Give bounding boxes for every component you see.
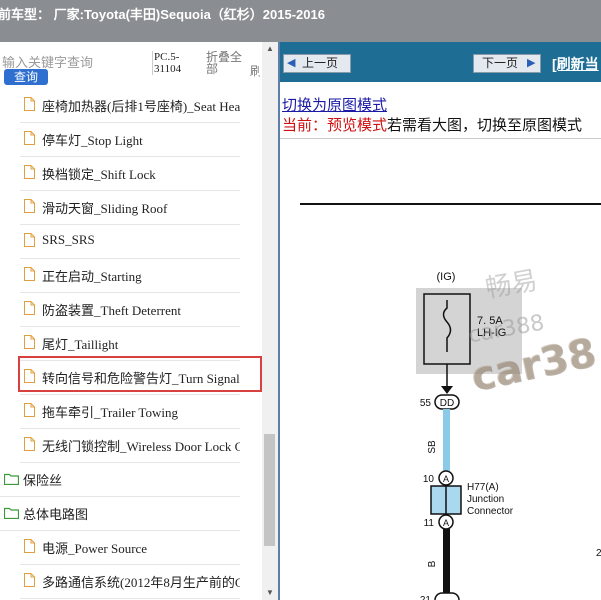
- tree-item[interactable]: 滑动天窗_Sliding Roof: [20, 190, 240, 225]
- scroll-down-icon[interactable]: ▼: [262, 586, 278, 600]
- next-page-label: 下一页: [482, 56, 519, 70]
- connector-dd-label: DD: [440, 398, 454, 409]
- pin-10: 10: [423, 474, 435, 485]
- current-mode-label: 当前：预览模式: [282, 117, 388, 134]
- current-mode-line: 当前：预览模式若需看大图，切换至原图模式: [282, 114, 582, 135]
- file-icon: [24, 199, 35, 213]
- window-title: 前车型： 厂家:Toyota(丰田)Sequoia（红杉）2015-2016: [0, 7, 325, 22]
- pin-21: 21: [420, 595, 432, 600]
- junction-line1: Junction: [467, 494, 504, 505]
- tree-item-label: 尾灯_Taillight: [42, 337, 119, 352]
- tree-item[interactable]: 座椅加热器(后排1号座椅)_Seat Heater(Rear No.1 Seat…: [20, 88, 240, 123]
- connector-bottom: [434, 592, 460, 600]
- prev-page-label: 上一页: [302, 56, 339, 70]
- folder-icon: [3, 472, 20, 486]
- collapse-all-button[interactable]: 折叠全部: [206, 51, 246, 75]
- search-button[interactable]: 查询: [4, 69, 48, 85]
- tree-item[interactable]: 拖车牵引_Trailer Towing: [20, 394, 240, 429]
- scrollbar-thumb[interactable]: [264, 434, 275, 546]
- prev-page-button[interactable]: ◀ 上一页: [283, 54, 351, 73]
- file-icon: [24, 539, 35, 553]
- pin-11: 11: [424, 518, 435, 529]
- file-icon: [24, 437, 35, 451]
- header-separator: [280, 138, 601, 139]
- pin-55: 55: [420, 398, 432, 409]
- pc-code-label: PC.5-31104: [152, 51, 196, 75]
- file-icon: [24, 573, 35, 587]
- tree-item-label: 滑动天窗_Sliding Roof: [42, 201, 168, 216]
- file-icon: [24, 165, 35, 179]
- refresh-button[interactable]: 刷: [250, 62, 260, 79]
- edge-digit: 2: [596, 548, 601, 559]
- tree-item-label: 无线门锁控制_Wireless Door Lock Control: [42, 439, 240, 454]
- viewer-toolbar: ◀ 上一页 下一页 ▶ [刷新当: [280, 42, 601, 82]
- tree-folder[interactable]: 总体电路图: [0, 496, 240, 531]
- tree-item-label: SRS_SRS: [42, 232, 95, 247]
- viewer-panel: ◀ 上一页 下一页 ▶ [刷新当 切换为原图模式 当前：预览模式若需看大图，切换…: [280, 42, 601, 600]
- arrow-right-icon: ▶: [527, 57, 536, 69]
- title-bar: 前车型： 厂家:Toyota(丰田)Sequoia（红杉）2015-2016: [0, 0, 601, 42]
- sidebar: 输入关键字查询 查询 PC.5-31104 折叠全部 刷 座椅加热器(后排1号座…: [0, 42, 278, 600]
- wire-b: [443, 529, 450, 593]
- tree-item[interactable]: 多路通信系统(2012年8月生产前的CAN): [20, 564, 240, 599]
- arrow-down-icon: [441, 386, 453, 394]
- tree-item[interactable]: 电源_Power Source: [20, 530, 240, 565]
- tree-item-label: 座椅加热器(后排1号座椅)_Seat Heater(Rear No.1 Seat…: [42, 99, 240, 114]
- wire-sb: [443, 409, 450, 471]
- tree-item[interactable]: 无线门锁控制_Wireless Door Lock Control: [20, 428, 240, 463]
- tree-item[interactable]: SRS_SRS: [20, 224, 240, 259]
- junction-line2: Connector: [467, 506, 514, 517]
- connector-a-bottom-label: A: [443, 518, 449, 528]
- file-icon: [24, 335, 35, 349]
- ig-label: (IG): [437, 271, 456, 283]
- wire-sb-label: SB: [427, 440, 438, 454]
- tree-item-label: 多路通信系统(2012年8月生产前的CAN): [42, 575, 240, 590]
- file-icon: [24, 131, 35, 145]
- junction-id: H77(A): [467, 482, 499, 493]
- file-icon: [24, 233, 35, 247]
- tree-folder[interactable]: 保险丝: [0, 462, 240, 497]
- arrow-left-icon: ◀: [287, 57, 296, 69]
- wire-b-label: B: [427, 560, 438, 567]
- connector-a-top-label: A: [443, 474, 449, 484]
- tree-item-label: 正在启动_Starting: [42, 269, 142, 284]
- scroll-up-icon[interactable]: ▲: [262, 42, 278, 56]
- tree-item[interactable]: 防盗装置_Theft Deterrent: [20, 292, 240, 327]
- tree-item-label: 防盗装置_Theft Deterrent: [42, 303, 181, 318]
- tree-item-label: 拖车牵引_Trailer Towing: [42, 405, 178, 420]
- refresh-link[interactable]: [刷新当: [552, 54, 599, 74]
- tree-item[interactable]: 停车灯_Stop Light: [20, 122, 240, 157]
- tree-item-label: 总体电路图: [23, 507, 89, 522]
- tree-item[interactable]: 换档锁定_Shift Lock: [20, 156, 240, 191]
- file-icon: [24, 301, 35, 315]
- current-mode-hint: 若需看大图，切换至原图模式: [387, 117, 583, 134]
- folder-icon: [3, 506, 20, 520]
- tree-item[interactable]: 正在启动_Starting: [20, 258, 240, 293]
- tree-item-label: 换档锁定_Shift Lock: [42, 167, 156, 182]
- selected-item-highlight: [18, 356, 262, 392]
- switch-original-mode-link[interactable]: 切换为原图模式: [282, 94, 387, 115]
- next-page-button[interactable]: 下一页 ▶: [473, 54, 541, 73]
- file-icon: [24, 403, 35, 417]
- tree-item-label: 保险丝: [23, 473, 63, 488]
- tree-item-label: 电源_Power Source: [42, 541, 148, 556]
- file-icon: [24, 97, 35, 111]
- tree-item-label: 停车灯_Stop Light: [42, 133, 143, 148]
- file-icon: [24, 267, 35, 281]
